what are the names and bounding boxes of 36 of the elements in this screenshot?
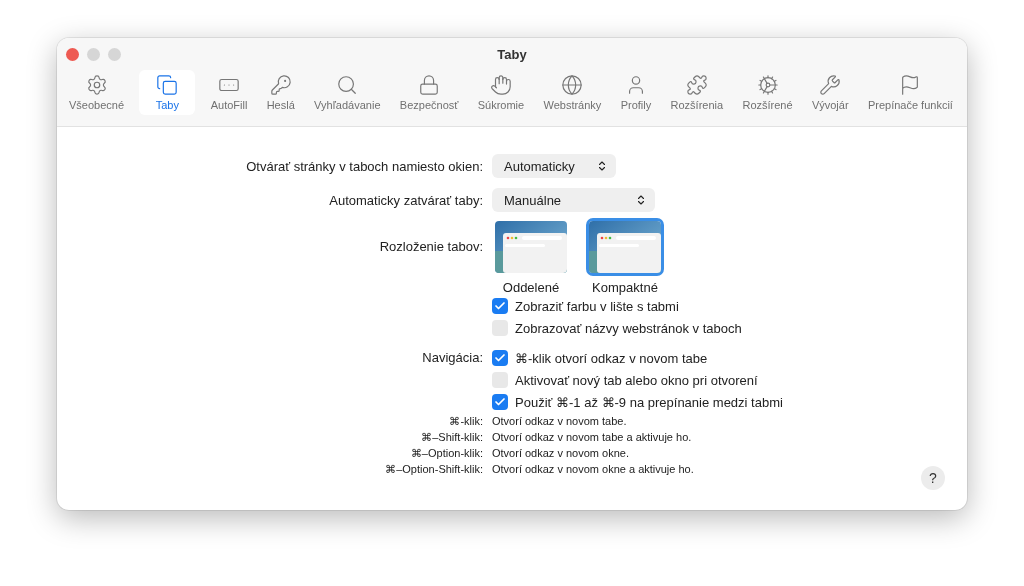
layout-option-label: Kompaktné [592,280,658,295]
toolbar-tab[interactable]: Všeobecné [65,70,129,115]
shortcut-description: Otvorí odkaz v novom okne a aktivuje ho. [492,462,695,477]
setting-label: Automaticky zatvárať taby: [329,192,483,208]
layout-option-label: Oddelené [502,280,560,295]
shortcut-keys: ⌘–Option-Shift-klik: [385,461,483,477]
help-button[interactable]: ? [921,466,945,490]
checkbox-label: Zobrazovať názvy webstránok v taboch [515,320,742,336]
toolbar-tab[interactable]: Bezpečnosť [395,70,463,115]
toolbar-tab[interactable]: Rozšírené [738,70,797,115]
shortcut-keys: ⌘-klik: [449,413,483,429]
shortcut-description: Otvorí odkaz v novom tabe. [492,414,628,429]
toolbar-tab[interactable]: AutoFill [206,70,252,115]
toolbar-tab[interactable]: Súkromie [473,70,529,115]
shortcut-keys: ⌘–Option-klik: [410,445,483,461]
popup-button[interactable]: Automaticky [492,154,616,178]
toolbar-tab[interactable]: Webstránky [539,70,606,115]
checkbox-label: Zobraziť farbu v lište s tabmi [515,298,679,314]
toolbar-tab[interactable]: Rozšírenia [666,70,728,115]
shortcut-keys: ⌘–Shift-klik: [421,429,483,445]
toolbar-tab[interactable]: Vývojár [807,70,853,115]
toolbar-tab[interactable]: Vyhľadávanie [310,70,385,115]
toolbar-tab[interactable]: Heslá [262,70,299,115]
checkbox-label: Aktivovať nový tab alebo okno pri otvorení [515,372,758,388]
toolbar-tab[interactable]: Prepínače funkcií [863,70,957,115]
toolbar-tab[interactable]: Taby [139,70,196,115]
setting-label: Otvárať stránky v taboch namiesto okien: [246,158,483,174]
checkbox-label: ⌘-klik otvorí odkaz v novom tabe [515,350,708,366]
checkbox-label: Použiť ⌘-1 až ⌘-9 na prepínanie medzi tabmi [515,394,783,410]
window-title: Taby [497,46,527,62]
shortcut-description: Otvorí odkaz v novom tabe a aktivuje ho. [492,430,693,445]
popup-button[interactable]: Manuálne [492,188,655,212]
setting-label: Rozloženie tabov: [379,239,483,254]
shortcut-description: Otvorí odkaz v novom okne. [492,446,630,461]
setting-label: Navigácia: [422,350,483,365]
toolbar-tab[interactable]: Profily [616,70,656,115]
